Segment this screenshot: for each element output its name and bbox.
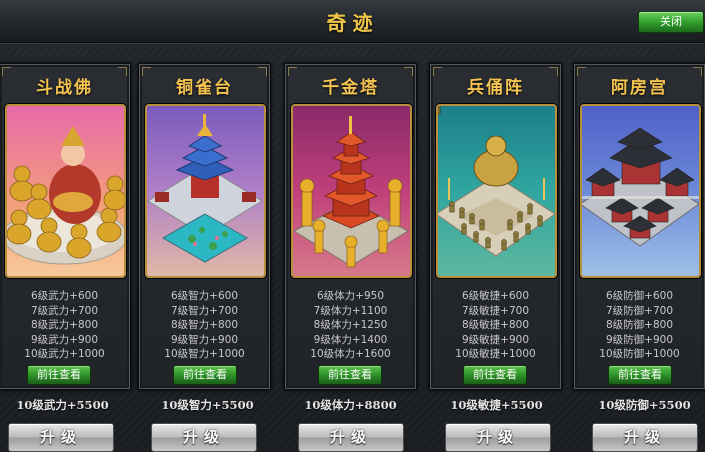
- upgrade-button[interactable]: 升级: [151, 423, 257, 452]
- upgrade-button[interactable]: 升级: [445, 423, 551, 452]
- stat-line: 7级敏捷+700: [461, 304, 530, 317]
- stat-line: 9级武力+900: [30, 333, 99, 346]
- wonder-title: 铜雀台: [176, 78, 233, 98]
- wonder-total-bonus: 10级体力+8800: [304, 398, 397, 412]
- wonder-card-qianjinta: 千金塔 6级体力+950 7级体力+1100 8级体力+1250 9级体力+14…: [284, 63, 417, 390]
- goto-button[interactable]: 前往查看: [608, 365, 672, 385]
- stat-line: 10级防御+1000: [599, 348, 680, 360]
- upgrade-button[interactable]: 升级: [8, 423, 114, 452]
- stat-line: 10级武力+1000: [24, 348, 105, 360]
- goto-button[interactable]: 前往查看: [318, 365, 382, 385]
- stat-line: 9级智力+900: [170, 333, 239, 346]
- wonder-stats: 6级智力+600 7级智力+700 8级智力+800 9级智力+900 10级智…: [139, 289, 270, 362]
- stat-line: 8级防御+800: [605, 319, 674, 331]
- stat-line: 6级敏捷+600: [461, 290, 530, 302]
- stat-line: 10级敏捷+1000: [455, 348, 536, 360]
- wonder-card-tongquetai: 铜雀台 6级智力+600 7级智力+700 8级智力+800 9级智力+900 …: [138, 63, 271, 390]
- stat-line: 7级防御+700: [605, 304, 674, 317]
- wonder-title: 斗战佛: [36, 78, 93, 98]
- wonder-card-efanggong: 阿房宫 6级防御+600 7级防御+700 8级防御+800 9级防御+900 …: [573, 63, 705, 390]
- stat-line: 9级体力+1400: [313, 333, 388, 346]
- wonder-stats: 6级体力+950 7级体力+1100 8级体力+1250 9级体力+1400 1…: [285, 289, 416, 362]
- goto-button[interactable]: 前往查看: [27, 365, 91, 385]
- window-title: 奇迹: [326, 11, 379, 35]
- stat-line: 7级武力+700: [30, 304, 99, 317]
- wonder-image-efanggong[interactable]: [580, 104, 701, 278]
- stat-line: 8级敏捷+800: [461, 319, 530, 331]
- stat-line: 10级体力+1600: [310, 348, 391, 360]
- wonder-title: 兵俑阵: [467, 78, 524, 98]
- stat-line: 8级智力+800: [170, 319, 239, 331]
- wonder-card-bingyongzhen: 兵俑阵 6级敏捷+600 7级敏捷+700 8级敏捷+800 9级敏捷+900 …: [429, 63, 562, 390]
- goto-button[interactable]: 前往查看: [463, 365, 527, 385]
- wonder-total-bonus: 10级智力+5500: [161, 398, 254, 412]
- wonder-image-douzhanfo[interactable]: [5, 104, 126, 278]
- close-button[interactable]: 关闭: [638, 11, 704, 33]
- wonder-image-tongquetai[interactable]: [145, 104, 266, 278]
- wonder-card-douzhanfo: 斗战佛 6级武力+600 7级武力+700 8级武力+800 9级武力+900 …: [0, 63, 131, 390]
- stat-line: 9级敏捷+900: [461, 333, 530, 346]
- goto-button[interactable]: 前往查看: [173, 365, 237, 385]
- stat-line: 6级体力+950: [316, 290, 385, 302]
- upgrade-button[interactable]: 升级: [592, 423, 698, 452]
- stat-line: 8级体力+1250: [313, 319, 388, 331]
- stat-line: 6级防御+600: [605, 290, 674, 302]
- wonder-title: 千金塔: [322, 78, 379, 98]
- stat-line: 10级智力+1000: [164, 348, 245, 360]
- stat-line: 8级武力+800: [30, 319, 99, 331]
- wonder-image-bingyongzhen[interactable]: [436, 104, 557, 278]
- stat-line: 9级防御+900: [605, 333, 674, 346]
- upgrade-button[interactable]: 升级: [298, 423, 404, 452]
- wonder-stats: 6级防御+600 7级防御+700 8级防御+800 9级防御+900 10级防…: [574, 289, 705, 362]
- wonder-total-bonus: 10级敏捷+5500: [450, 398, 543, 412]
- stat-line: 7级智力+700: [170, 304, 239, 317]
- wonder-image-qianjinta[interactable]: [291, 104, 412, 278]
- stat-line: 7级体力+1100: [313, 304, 388, 317]
- stat-line: 6级武力+600: [30, 290, 99, 302]
- stat-line: 6级智力+600: [170, 290, 239, 302]
- wonder-title: 阿房宫: [611, 78, 668, 98]
- wonder-stats: 6级敏捷+600 7级敏捷+700 8级敏捷+800 9级敏捷+900 10级敏…: [430, 289, 561, 362]
- window-titlebar: 奇迹 关闭: [0, 0, 705, 43]
- wonder-total-bonus: 10级防御+5500: [598, 398, 691, 412]
- wonders-window: 奇迹 关闭 斗战佛 6级武力+600 7级武力+700 8级武力+800 9级武…: [0, 0, 705, 452]
- wonder-total-bonus: 10级武力+5500: [16, 398, 109, 412]
- wonder-stats: 6级武力+600 7级武力+700 8级武力+800 9级武力+900 10级武…: [0, 289, 130, 362]
